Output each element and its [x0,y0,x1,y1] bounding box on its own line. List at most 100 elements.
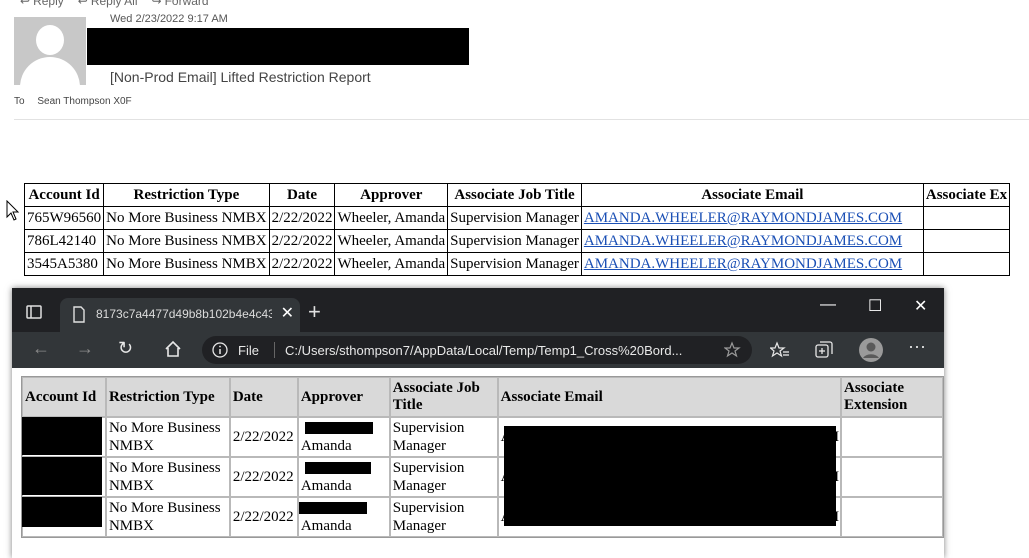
account-id-redaction [22,497,102,527]
restriction-type-cell: No More Business NMBX [103,252,270,276]
job-title-cell: Supervision Manager [389,417,498,457]
close-window-icon[interactable]: ✕ [914,296,927,316]
forward-icon: ↪ [151,0,162,8]
column-header: Associate Ex [922,183,1011,207]
account-id-cell [22,497,106,537]
column-header: Approver [334,183,449,207]
email-cell: AMANDA.WHEELER@RAYMONDJAMES.COM [580,252,924,276]
email-redaction [503,496,836,526]
column-header: Date [268,183,336,207]
browser-tab[interactable]: 8173c7a4477d49b8b102b4e4c43 ✕ [60,298,300,332]
column-header: Associate Extension [841,377,943,417]
column-header: Account Id [23,183,105,207]
job-title-cell: Supervision Manager [447,206,582,230]
email-redaction [503,426,836,458]
collections-icon[interactable] [814,340,834,360]
approver-cell: Wheeler, Amanda [334,229,449,253]
email-link[interactable]: AMANDA.WHEELER@RAYMONDJAMES.COM [584,256,902,272]
approver-redaction [304,422,373,434]
url-separator [274,342,275,358]
extension-cell [841,497,943,537]
forward-nav-icon[interactable]: → [76,338,94,359]
new-tab-icon[interactable]: + [308,299,321,325]
email-cell: AM [497,456,842,497]
account-id-cell [22,457,106,497]
date-cell: 2/22/2022 [229,457,298,497]
approver-redaction [298,502,367,514]
job-title-cell: Supervision Manager [389,457,498,497]
minimize-icon[interactable]: — [820,296,836,314]
url-text[interactable]: C:/Users/sthompson7/AppData/Local/Temp/T… [285,343,705,358]
info-icon[interactable] [212,342,228,358]
approver-first-name: Amanda [300,518,352,534]
email-subject: [Non-Prod Email] Lifted Restriction Repo… [110,69,371,85]
report-table: Account Id Restriction Type Date Approve… [21,376,944,538]
column-header: Restriction Type [103,183,270,207]
document-icon [73,306,85,323]
table-row: 3545A5380 No More Business NMBX 2/22/202… [23,252,1011,276]
url-scheme-label: File [238,343,259,358]
email-cell: AM [497,417,842,458]
account-id-redaction [22,417,102,455]
favorites-icon[interactable] [770,340,790,360]
table-header-row: Account Id Restriction Type Date Approve… [23,183,1011,207]
email-link[interactable]: AMANDA.WHEELER@RAYMONDJAMES.COM [584,233,902,249]
table-header-row: Account Id Restriction Type Date Approve… [22,377,943,417]
browser-window: 8173c7a4477d49b8b102b4e4c43 ✕ + — ☐ ✕ ← … [12,288,944,558]
date-cell: 2/22/2022 [229,417,298,457]
tab-actions-icon[interactable] [24,302,44,322]
home-icon[interactable] [164,340,182,358]
email-cell: AMANDA.WHEELER@RAYMONDJAMES.COM [580,206,924,230]
approver-first-name: Amanda [300,438,352,454]
account-id-cell: 786L42140 [23,229,105,253]
add-favorite-icon[interactable] [724,341,742,359]
approver-cell: Amanda [297,457,390,497]
job-title-cell: Supervision Manager [447,229,582,253]
maximize-icon[interactable]: ☐ [868,296,882,316]
column-header: Associate Job Title [447,183,582,207]
sender-name-redaction [87,28,469,65]
extension-cell [841,457,943,497]
recipient-line: To Sean Thompson X0F [14,96,132,107]
email-cell: AMANDA.WHEELER@RAYMONDJAMES.COM [580,229,924,253]
approver-cell: Wheeler, Amanda [334,206,449,230]
email-redaction [503,456,836,496]
column-header: Approver [297,377,390,417]
extension-cell [841,417,943,457]
back-icon[interactable]: ← [32,338,50,359]
refresh-icon[interactable]: ↻ [118,338,133,359]
email-link[interactable]: AMANDA.WHEELER@RAYMONDJAMES.COM [584,210,902,226]
column-header: Associate Job Title [389,377,498,417]
reply-all-icon: ↩ [77,0,88,8]
sender-avatar [14,17,86,85]
email-end: M [825,429,840,445]
date-cell: 2/22/2022 [268,229,336,253]
browser-content: Account Id Restriction Type Date Approve… [12,368,944,558]
extension-cell [922,206,1011,230]
extension-cell [922,229,1011,253]
table-row: 786L42140 No More Business NMBX 2/22/202… [23,229,1011,253]
column-header: Restriction Type [105,377,230,417]
close-tab-icon[interactable]: ✕ [281,303,294,323]
email-report-table: Account Id Restriction Type Date Approve… [23,183,1011,276]
more-options-icon[interactable]: ··· [908,336,926,357]
reply-button[interactable]: ↩ Reply [20,0,64,8]
reply-all-button[interactable]: ↩ Reply All [78,0,138,8]
restriction-type-cell: No More Business NMBX [103,229,270,253]
table-row: No More Business NMBX 2/22/2022 Amanda S… [22,496,943,537]
date-cell: 2/22/2022 [229,497,298,537]
date-cell: 2/22/2022 [268,206,336,230]
date-cell: 2/22/2022 [268,252,336,276]
column-header: Date [229,377,298,417]
extension-cell [922,252,1011,276]
email-end: M [825,469,840,485]
job-title-cell: Supervision Manager [447,252,582,276]
column-header: Associate Email [497,377,842,417]
table-row: No More Business NMBX 2/22/2022 Amanda S… [22,417,943,458]
profile-icon[interactable] [858,337,884,363]
recipient-name[interactable]: Sean Thompson X0F [37,96,131,107]
address-bar[interactable]: File C:/Users/sthompson7/AppData/Local/T… [202,336,752,364]
forward-button[interactable]: ↪ Forward [152,0,209,8]
email-date: Wed 2/23/2022 9:17 AM [110,13,228,25]
approver-redaction [304,462,371,474]
